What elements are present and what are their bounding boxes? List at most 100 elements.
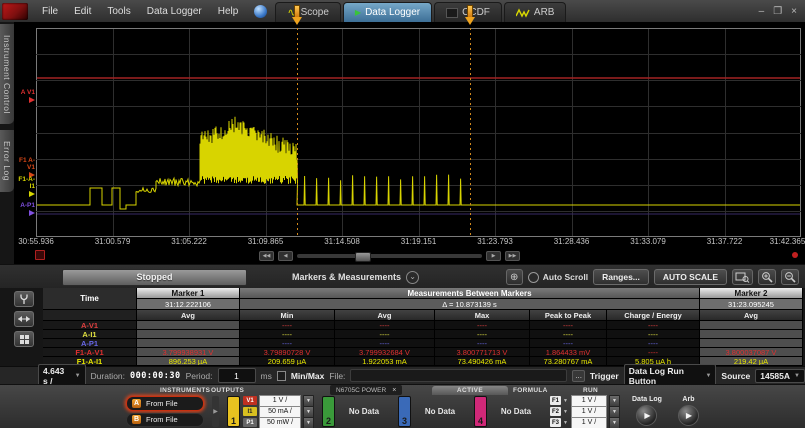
output-channel-1: 1 V1 1 V / ▼ I1 50 mA / ▼ P1 50 mW / ▼ (227, 396, 314, 427)
data-log-play-button[interactable]: ▶ (636, 405, 657, 426)
period-input[interactable] (218, 368, 256, 383)
v1-scale-dropdown[interactable]: ▼ (303, 395, 314, 407)
marker2-header: Marker 2 (700, 288, 803, 299)
duration-label: Duration: (91, 371, 126, 381)
file-field[interactable] (350, 369, 567, 382)
expander-button[interactable]: ▶ (212, 396, 219, 427)
grid-view-icon-button[interactable] (14, 331, 34, 347)
play-icon: ▶ (686, 411, 692, 420)
avg-header: Avg (335, 310, 435, 321)
from-file-b-button[interactable]: B From File (126, 413, 204, 428)
info-orb-icon[interactable] (254, 5, 267, 18)
marker-2-stem (467, 5, 473, 17)
channel-4-bar[interactable]: 4 (474, 396, 487, 427)
f2-scale-dropdown[interactable]: ▼ (609, 406, 620, 418)
channel-label-f1-a-v1[interactable]: F1 A-V1 (14, 157, 35, 178)
crosshair-button[interactable]: ⊕ (506, 269, 523, 285)
f3-dropdown-icon[interactable]: ▼ (563, 420, 569, 426)
run-header: RUN (583, 387, 598, 394)
table-cell (700, 330, 803, 339)
arb-play-button[interactable]: ▶ (678, 405, 699, 426)
scroll-controls: ◀◀ ◀ ▶ ▶▶ (259, 251, 520, 261)
f2-tag[interactable]: F2 (550, 407, 561, 416)
marker-1-flag[interactable] (292, 5, 302, 25)
scroll-track[interactable] (297, 254, 482, 258)
status-button[interactable]: Stopped (62, 269, 247, 286)
chevron-down-icon: ⌄ (406, 271, 419, 284)
x-axis-tick-label: 31:42.365 (770, 237, 805, 246)
tab-close-icon[interactable]: × (392, 387, 396, 394)
channel-label-a-p1[interactable]: A-P1 (14, 202, 35, 216)
waveform-plot[interactable] (36, 28, 801, 237)
chevron-down-icon: ▼ (794, 373, 800, 379)
tab-data-logger[interactable]: ▶ Data Logger (343, 2, 432, 22)
channel-4-no-data: No Data (490, 396, 542, 427)
auto-scale-button[interactable]: AUTO SCALE (654, 269, 727, 285)
x-axis-tick-label: 31:00.579 (95, 237, 131, 246)
scroll-left-button[interactable]: ◀ (278, 251, 293, 261)
markers-icon-button[interactable] (14, 311, 34, 327)
channel-1-bar[interactable]: 1 (227, 396, 240, 427)
close-button[interactable]: × (791, 6, 797, 17)
scroll-end-button[interactable]: ▶▶ (505, 251, 520, 261)
auto-scroll-toggle[interactable]: Auto Scroll (528, 272, 588, 283)
source-dropdown[interactable]: 14585A ▼ (755, 369, 805, 383)
channel-a-chip: A (132, 399, 141, 408)
menu-help[interactable]: Help (210, 3, 247, 20)
active-tab[interactable]: ACTIVE (432, 386, 508, 395)
tab-arb[interactable]: ARB (504, 2, 567, 22)
trace-zero-arrow-icon (29, 97, 35, 103)
channel-3-bar[interactable]: 3 (398, 396, 411, 427)
f2-dropdown-icon[interactable]: ▼ (563, 409, 569, 415)
f3-scale-field[interactable]: 1 V / (571, 417, 607, 428)
marker-2-flag[interactable] (465, 5, 475, 25)
sidebar-tab-error-log[interactable]: Error Log (0, 130, 14, 192)
zoom-in-button[interactable] (758, 269, 776, 285)
i1-scale-dropdown[interactable]: ▼ (303, 406, 314, 418)
f3-tag[interactable]: F3 (550, 418, 561, 427)
scroll-right-button[interactable]: ▶ (486, 251, 501, 261)
browse-button[interactable]: ... (572, 370, 584, 382)
channel-2-bar[interactable]: 2 (322, 396, 335, 427)
p1-scale-dropdown[interactable]: ▼ (303, 417, 314, 428)
scroll-handle[interactable] (355, 252, 371, 262)
f1-dropdown-icon[interactable]: ▼ (563, 398, 569, 404)
channel-label-f1-a-i1[interactable]: F1-A-I1 (14, 176, 35, 197)
menu-data-logger[interactable]: Data Logger (139, 3, 210, 20)
table-cell: ---- (607, 339, 700, 348)
trigger-label: Trigger (590, 371, 619, 381)
auto-scroll-icon (528, 272, 539, 283)
table-cell: 3.800771713 V (435, 348, 530, 357)
scroll-start-button[interactable]: ◀◀ (259, 251, 274, 261)
instrument-tab[interactable]: N6705C POWER × (330, 385, 402, 395)
tab-scope[interactable]: ∿ Scope (275, 2, 341, 22)
f1-tag[interactable]: F1 (550, 396, 561, 405)
from-file-a-button[interactable]: A From File (126, 396, 204, 411)
ranges-button[interactable]: Ranges... (593, 269, 649, 285)
chevron-down-icon: ▼ (75, 373, 81, 379)
minmax-checkbox[interactable] (277, 371, 286, 381)
menu-file[interactable]: File (34, 3, 66, 20)
table-cell: 3.799932684 V (335, 348, 435, 357)
menu-edit[interactable]: Edit (66, 3, 99, 20)
x-axis-tick-label: 31:05.222 (171, 237, 207, 246)
minimize-button[interactable]: – (759, 6, 765, 17)
f3-scale-dropdown[interactable]: ▼ (609, 417, 620, 428)
p1-scale-field[interactable]: 50 mW / (259, 417, 301, 428)
f1-scale-dropdown[interactable]: ▼ (609, 395, 620, 407)
tools-icon-button[interactable] (14, 291, 34, 307)
table-cell (137, 330, 240, 339)
markers-measurements-toggle[interactable]: Markers & Measurements ⌄ (292, 271, 419, 284)
table-cell (700, 339, 803, 348)
maximize-button[interactable]: ❐ (773, 6, 782, 17)
zoom-out-button[interactable] (781, 269, 799, 285)
menu-tools[interactable]: Tools (99, 3, 138, 20)
settings-bar: 4.643 s / ▼ Duration: 000:00:30 Period: … (0, 366, 805, 384)
auto-scroll-label: Auto Scroll (543, 272, 588, 282)
time-header: Time (43, 288, 137, 310)
sidebar-tab-instrument-control[interactable]: Instrument Control (0, 24, 14, 124)
zoom-select-button[interactable] (732, 269, 753, 285)
channel-label-a-v1[interactable]: A V1 (14, 89, 35, 103)
trace-zero-arrow-icon (29, 210, 35, 216)
marker-1-arrow-icon (292, 17, 302, 25)
